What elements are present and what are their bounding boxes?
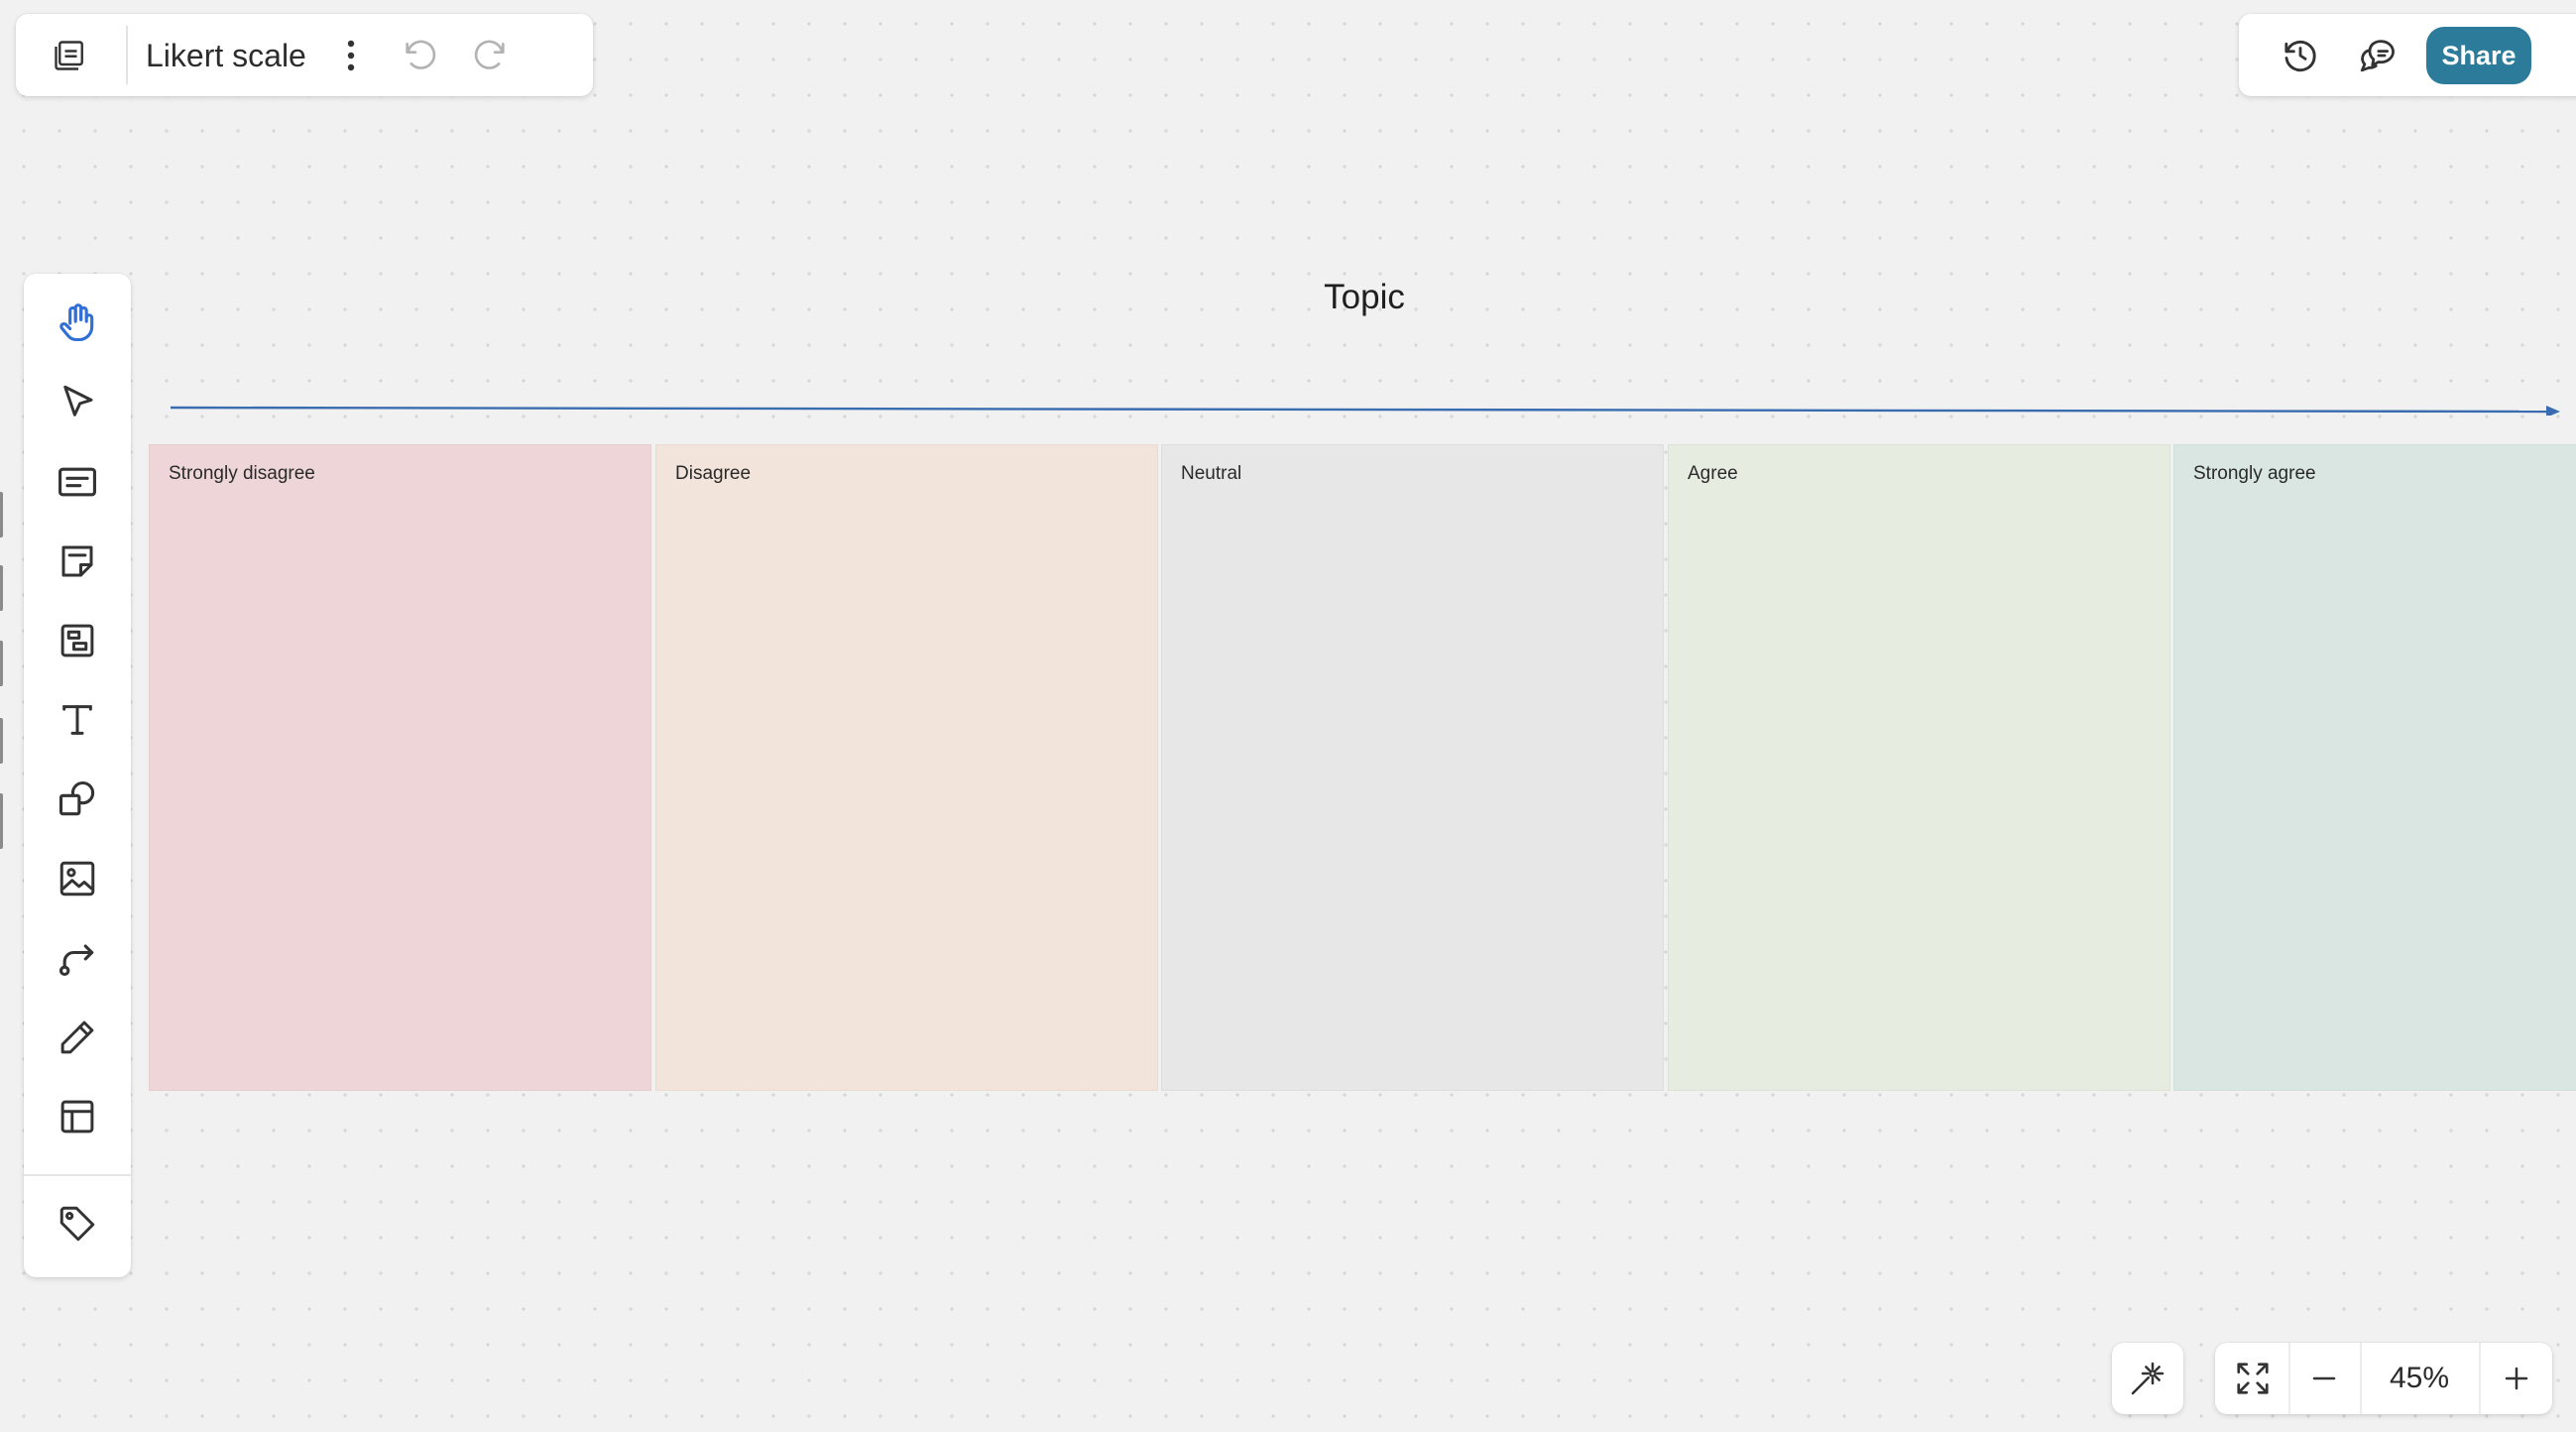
toolbar-divider — [24, 1174, 131, 1176]
text-icon[interactable] — [46, 688, 109, 752]
share-button[interactable]: Share — [2426, 27, 2531, 84]
assistant-panel — [2112, 1343, 2183, 1414]
share-bar: Share — [2239, 14, 2576, 96]
minus-icon[interactable] — [2298, 1353, 2350, 1404]
templates-icon[interactable] — [46, 1085, 109, 1148]
edge-tab — [0, 492, 3, 537]
history-icon[interactable] — [2275, 30, 2326, 81]
board-title[interactable]: Likert scale — [146, 34, 306, 77]
likert-column-strongly-disagree[interactable]: Strongly disagree — [149, 444, 651, 1091]
sticky-note-icon[interactable] — [46, 530, 109, 593]
tool-palette — [24, 274, 131, 1277]
fit-screen-icon[interactable] — [2227, 1353, 2279, 1404]
edge-tab — [0, 565, 3, 611]
edge-tab — [0, 718, 3, 764]
comments-icon[interactable] — [2352, 30, 2403, 81]
edge-tab — [0, 793, 3, 849]
column-label: Strongly disagree — [169, 463, 315, 484]
sparkle-wand-icon[interactable] — [2122, 1353, 2173, 1404]
redo-icon[interactable] — [464, 30, 516, 81]
likert-column-agree[interactable]: Agree — [1668, 444, 2170, 1091]
frame-icon[interactable] — [46, 609, 109, 672]
column-label: Neutral — [1181, 463, 1242, 484]
card-icon[interactable] — [46, 450, 109, 514]
scale-arrow[interactable] — [167, 392, 2566, 416]
likert-column-disagree[interactable]: Disagree — [655, 444, 1158, 1091]
column-label: Agree — [1688, 463, 1738, 484]
topic-heading[interactable]: Topic — [1226, 276, 1503, 319]
board-icon[interactable] — [44, 30, 95, 81]
zoom-divider — [2479, 1343, 2481, 1414]
column-label: Strongly agree — [2193, 463, 2316, 484]
zoom-divider — [2288, 1343, 2290, 1414]
board-header: Likert scale — [16, 14, 593, 96]
pen-icon[interactable] — [46, 1006, 109, 1069]
image-icon[interactable] — [46, 847, 109, 910]
zoom-controls: 45% — [2215, 1343, 2552, 1414]
undo-icon[interactable] — [395, 30, 446, 81]
plus-icon[interactable] — [2491, 1353, 2542, 1404]
zoom-level[interactable]: 45% — [2362, 1343, 2477, 1414]
header-divider — [126, 26, 128, 84]
connector-icon[interactable] — [46, 926, 109, 990]
pointer-icon[interactable] — [46, 371, 109, 434]
tag-icon[interactable] — [46, 1192, 109, 1255]
column-label: Disagree — [675, 463, 752, 484]
hand-icon[interactable] — [46, 292, 109, 355]
likert-column-strongly-agree[interactable]: Strongly agree — [2173, 444, 2576, 1091]
more-vertical-icon[interactable] — [331, 30, 371, 81]
edge-tab — [0, 641, 3, 686]
shapes-icon[interactable] — [46, 768, 109, 831]
likert-column-neutral[interactable]: Neutral — [1161, 444, 1664, 1091]
